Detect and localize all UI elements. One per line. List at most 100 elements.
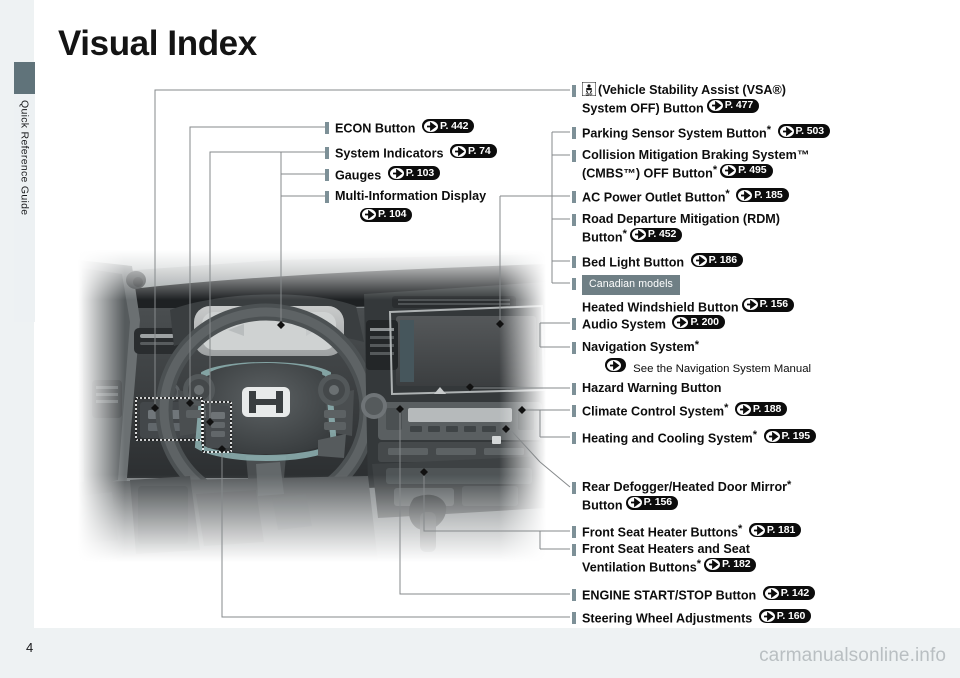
page-ref-text: P. 477 bbox=[724, 99, 754, 112]
navigation-note-text: See the Navigation System Manual bbox=[633, 362, 812, 375]
optional-marker: * bbox=[766, 124, 772, 136]
arrow-right-icon bbox=[423, 120, 438, 132]
callout-label: AC Power Outlet Button bbox=[582, 190, 726, 205]
callout-tick-icon bbox=[572, 214, 576, 226]
arrow-right-icon bbox=[738, 189, 753, 201]
page-ref-badge[interactable]: P. 74 bbox=[450, 144, 497, 158]
callout-heated-windshield-button[interactable]: Canadian models Heated Windshield Button… bbox=[572, 275, 795, 316]
arrow-right-icon bbox=[362, 209, 376, 220]
arrow-right-icon bbox=[607, 359, 621, 371]
callout-label: Audio System bbox=[582, 317, 666, 332]
arrow-right-icon bbox=[750, 524, 765, 536]
callout-tick-icon bbox=[572, 432, 576, 444]
callout-tick-icon bbox=[572, 405, 576, 417]
svg-text:OFF: OFF bbox=[586, 92, 593, 96]
callout-label: Climate Control System bbox=[582, 404, 725, 419]
callout-label-line2-wrap: System OFF) Button P. 477 bbox=[582, 98, 786, 117]
callout-front-seat-heaters-and-ventilation-buttons[interactable]: Front Seat Heaters and Seat Ventilation … bbox=[572, 541, 757, 576]
callout-label: ECON Button bbox=[335, 121, 416, 136]
page-ref-badge[interactable]: P. 156 bbox=[741, 297, 795, 312]
callout-label: Navigation System bbox=[582, 340, 695, 354]
page-ref-badge[interactable]: P. 181 bbox=[748, 523, 802, 537]
optional-marker: * bbox=[694, 339, 699, 351]
page-ref-badge[interactable]: P. 495 bbox=[720, 163, 773, 178]
callout-tick-icon bbox=[572, 526, 576, 538]
page-ref-text: P. 160 bbox=[776, 609, 806, 622]
sidebar-chapter-tab bbox=[14, 62, 35, 94]
region-badge: Canadian models bbox=[582, 275, 680, 295]
page-ref-badge[interactable]: P. 195 bbox=[763, 429, 816, 443]
callout-tick-icon bbox=[325, 122, 329, 134]
page-ref-text: P. 452 bbox=[647, 228, 677, 241]
callout-rdm-button[interactable]: Road Departure Mitigation (RDM) Button* P… bbox=[572, 211, 780, 246]
page-ref-badge[interactable]: P. 104 bbox=[360, 207, 413, 222]
callout-front-seat-heater-buttons[interactable]: Front Seat Heater Buttons* P. 181 bbox=[572, 523, 802, 541]
vsa-off-icon: OFF bbox=[581, 81, 597, 97]
callout-bed-light-button[interactable]: Bed Light Button P. 186 bbox=[572, 253, 744, 271]
callout-econ-button[interactable]: ECON Button P. 442 bbox=[325, 119, 475, 137]
callout-label-line2-wrap: Button* P. 452 bbox=[582, 227, 780, 246]
arrow-right-icon bbox=[706, 559, 721, 570]
callout-label: Heating and Cooling System bbox=[582, 431, 753, 446]
page-ref-badge[interactable]: P. 186 bbox=[690, 253, 744, 267]
page-ref-badge[interactable]: P. 477 bbox=[706, 98, 760, 113]
page-ref-badge[interactable]: P. 200 bbox=[672, 315, 725, 329]
page-ref-badge[interactable]: P. 156 bbox=[625, 495, 678, 510]
page-ref-text: P. 503 bbox=[795, 124, 825, 137]
callout-label-line2-wrap: Ventilation Buttons* P. 182 bbox=[582, 557, 757, 576]
page-ref-badge[interactable]: P. 503 bbox=[777, 124, 830, 138]
page-ref-badge[interactable]: P. 188 bbox=[734, 402, 788, 416]
arrow-right-icon bbox=[760, 610, 775, 622]
callout-tick-icon bbox=[572, 256, 576, 268]
callout-multi-information-display[interactable]: Multi-Information Display P. 104 bbox=[325, 188, 487, 226]
callout-parking-sensor-system-button[interactable]: Parking Sensor System Button* P. 503 bbox=[572, 124, 830, 142]
callout-tick-icon bbox=[572, 383, 576, 395]
callout-tick-icon bbox=[572, 150, 576, 162]
page-ref-badge[interactable]: P. 142 bbox=[762, 586, 816, 600]
page-ref-text: P. 156 bbox=[643, 496, 673, 509]
callout-hazard-warning-button[interactable]: Hazard Warning Button bbox=[572, 380, 721, 397]
page-ref-text: P. 442 bbox=[439, 119, 469, 132]
arrow-right-icon bbox=[452, 145, 466, 157]
page-ref-badge[interactable]: P. 103 bbox=[387, 166, 441, 180]
callout-steering-wheel-adjustments[interactable]: Steering Wheel Adjustments P. 160 bbox=[572, 609, 812, 627]
page-ref-text: P. 186 bbox=[708, 253, 738, 266]
callout-system-indicators[interactable]: System Indicators P. 74 bbox=[325, 144, 497, 162]
callout-climate-control-system[interactable]: Climate Control System* P. 188 bbox=[572, 402, 788, 420]
callout-rear-defogger-heated-door-mirror-button[interactable]: Rear Defogger/Heated Door Mirror* Button… bbox=[572, 479, 791, 514]
callout-tick-icon bbox=[572, 612, 576, 624]
callout-label: Multi-Information Display bbox=[335, 189, 487, 203]
callout-tick-icon bbox=[572, 278, 576, 290]
callout-ac-power-outlet-button[interactable]: AC Power Outlet Button* P. 185 bbox=[572, 188, 789, 206]
navigation-manual-note: See the Navigation System Manual bbox=[602, 358, 811, 375]
callout-tick-icon bbox=[325, 169, 329, 181]
callout-label-line2: System OFF) Button bbox=[582, 101, 704, 115]
callout-navigation-system[interactable]: Navigation System* bbox=[572, 339, 699, 356]
callout-heating-and-cooling-system[interactable]: Heating and Cooling System* P. 195 bbox=[572, 429, 816, 447]
callout-tick-icon bbox=[572, 85, 576, 97]
page-ref-text: P. 181 bbox=[766, 523, 796, 536]
page-ref-badge[interactable]: P. 442 bbox=[421, 119, 475, 133]
callout-tick-icon bbox=[325, 191, 329, 203]
page-ref-text: P. 103 bbox=[405, 166, 435, 179]
arrow-right-icon bbox=[631, 229, 646, 240]
callout-audio-system[interactable]: Audio System P. 200 bbox=[572, 315, 725, 333]
callout-gauges[interactable]: Gauges P. 103 bbox=[325, 166, 441, 184]
callout-label-line1: Front Seat Heaters and Seat bbox=[582, 542, 750, 556]
callout-label: System Indicators bbox=[335, 146, 444, 161]
page-ref-badge[interactable]: P. 160 bbox=[758, 609, 812, 623]
arrow-right-icon bbox=[389, 167, 404, 179]
page-ref-text: P. 188 bbox=[752, 402, 782, 415]
page-ref-badge[interactable]: P. 182 bbox=[704, 557, 757, 572]
arrow-right-icon bbox=[692, 254, 707, 266]
page-ref-badge[interactable]: P. 185 bbox=[736, 188, 789, 202]
page-number: 4 bbox=[26, 640, 34, 655]
callout-engine-start-stop-button[interactable]: ENGINE START/STOP Button P. 142 bbox=[572, 586, 816, 604]
callout-vsa-off-button[interactable]: OFF (Vehicle Stability Assist (VSA®) Syst… bbox=[572, 81, 786, 117]
callout-cmbs-off-button[interactable]: Collision Mitigation Braking System™ (CM… bbox=[572, 147, 809, 182]
page-ref-text: P. 182 bbox=[722, 558, 751, 571]
page-ref-text: P. 142 bbox=[780, 586, 810, 599]
arrow-right-icon bbox=[765, 430, 780, 442]
page-ref-badge[interactable]: P. 452 bbox=[629, 227, 683, 242]
callout-label: Steering Wheel Adjustments bbox=[582, 611, 753, 626]
